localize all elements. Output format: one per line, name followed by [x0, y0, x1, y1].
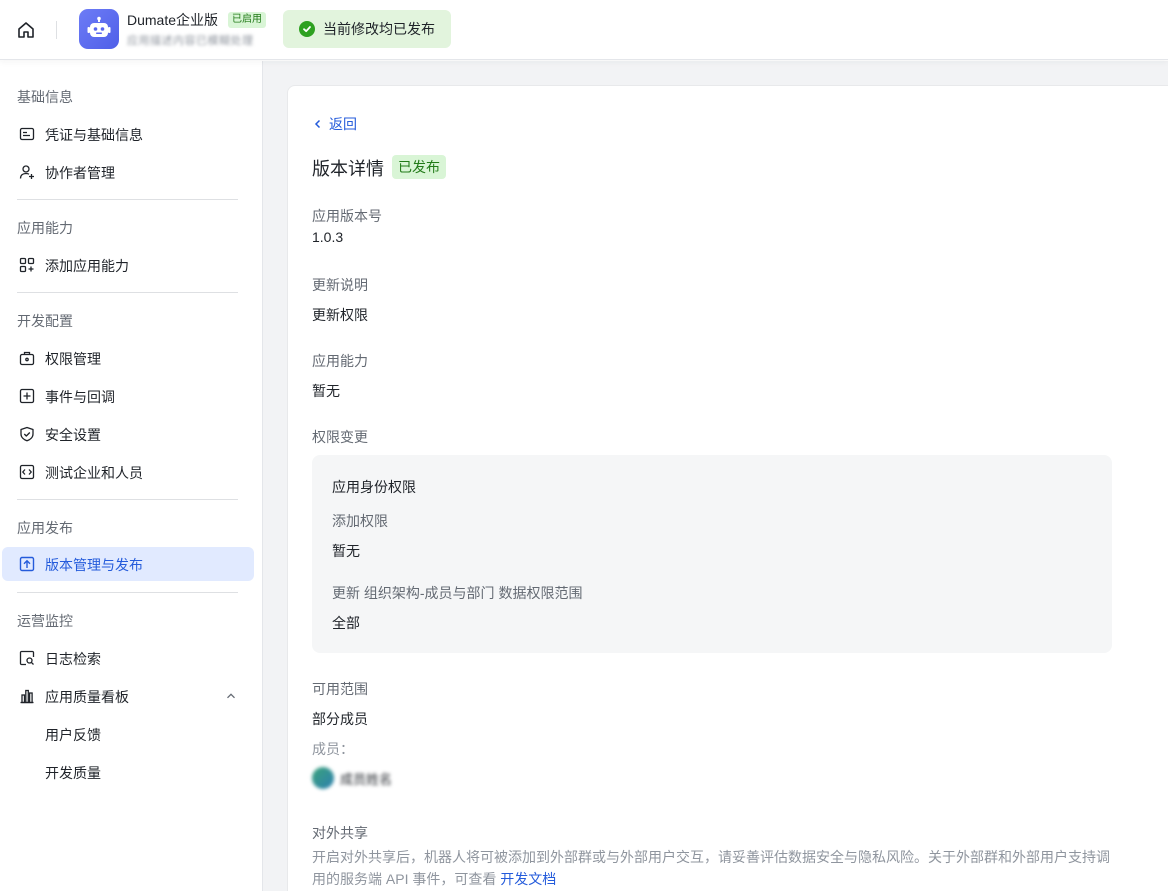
credential-card-icon: [19, 127, 35, 141]
sidebar-group-release: 应用发布: [17, 520, 73, 536]
perm-add-value: 暂无: [332, 543, 360, 559]
sidebar-item-label: 协作者管理: [45, 165, 115, 181]
share-desc-text: 开启对外共享后，机器人将可被添加到外部群或与外部用户交互，请妥善评估数据安全与隐…: [312, 849, 1110, 887]
back-link[interactable]: 返回: [312, 114, 357, 134]
perm-add-label: 添加权限: [332, 513, 388, 529]
members-label: 成员：: [312, 741, 354, 757]
app-name: Dumate企业版: [127, 12, 219, 28]
sidebar-divider: [17, 592, 238, 593]
share-description: 开启对外共享后，机器人将可被添加到外部群或与外部用户交互，请妥善评估数据安全与隐…: [312, 846, 1112, 890]
check-circle-icon: [299, 21, 315, 37]
scope-value: 部分成员: [312, 711, 368, 727]
member-chip[interactable]: 成员姓名: [312, 765, 392, 791]
sidebar-item-label: 安全设置: [45, 427, 101, 443]
top-header: Dumate企业版 已启用 应用描述内容已模糊处理 当前修改均已发布: [0, 0, 1168, 60]
sidebar-item-version-release[interactable]: 版本管理与发布: [2, 547, 254, 581]
sidebar-item-user-feedback[interactable]: 用户反馈: [2, 717, 254, 751]
user-add-icon: [19, 165, 34, 179]
published-toast: 当前修改均已发布: [283, 10, 451, 48]
chevron-up-icon[interactable]: [224, 689, 238, 703]
sidebar-item-label: 权限管理: [45, 351, 101, 367]
permission-change-label: 权限变更: [312, 429, 368, 445]
sidebar-item-label: 版本管理与发布: [45, 557, 143, 573]
event-callback-icon: [19, 388, 35, 404]
sidebar-divider: [17, 292, 238, 293]
capability-value: 暂无: [312, 383, 340, 399]
perm-update-value: 全部: [332, 615, 360, 631]
sidebar-item-label: 添加应用能力: [45, 258, 129, 274]
sidebar-group-monitoring: 运营监控: [17, 613, 73, 629]
sidebar-item-label: 应用质量看板: [45, 689, 129, 705]
app-logo-robot-icon: [79, 9, 119, 49]
sidebar-item-security[interactable]: 安全设置: [2, 417, 254, 451]
shield-check-icon: [20, 426, 34, 442]
perm-update-label: 更新 组织架构-成员与部门 数据权限范围: [332, 585, 583, 601]
home-icon[interactable]: [14, 18, 38, 42]
sidebar-group-capability: 应用能力: [17, 220, 73, 236]
sidebar-item-label: 测试企业和人员: [45, 465, 143, 481]
sidebar-item-test-tenant[interactable]: 测试企业和人员: [2, 455, 254, 489]
grid-add-icon: [19, 257, 35, 273]
back-label: 返回: [329, 116, 357, 132]
sidebar-item-label: 事件与回调: [45, 389, 115, 405]
sidebar-item-collaborators[interactable]: 协作者管理: [2, 155, 254, 189]
version-label: 应用版本号: [312, 208, 382, 224]
sidebar-item-quality-board[interactable]: 应用质量看板: [2, 679, 254, 713]
permission-change-box: [312, 455, 1112, 653]
sidebar-item-label: 凭证与基础信息: [45, 127, 143, 143]
app-subtitle-blurred: 应用描述内容已模糊处理: [127, 35, 254, 47]
share-label: 对外共享: [312, 825, 368, 841]
avatar: [312, 767, 334, 789]
page-title: 版本详情: [312, 159, 384, 179]
sidebar-item-add-capability[interactable]: 添加应用能力: [2, 248, 254, 282]
sidebar-divider: [17, 199, 238, 200]
version-value: 1.0.3: [312, 229, 344, 245]
dev-docs-link[interactable]: 开发文档: [500, 871, 556, 887]
member-name: 成员姓名: [340, 771, 393, 787]
header-divider: [56, 21, 57, 39]
toast-text: 当前修改均已发布: [323, 21, 435, 37]
sidebar-item-label: 开发质量: [45, 765, 101, 781]
code-box-icon: [19, 464, 35, 480]
sidebar-item-log-search[interactable]: 日志检索: [2, 641, 254, 675]
capability-label: 应用能力: [312, 353, 368, 369]
sidebar-item-events[interactable]: 事件与回调: [2, 379, 254, 413]
sidebar-item-permissions[interactable]: 权限管理: [2, 341, 254, 375]
app-status-badge: 已启用: [228, 12, 266, 28]
sidebar-divider: [17, 499, 238, 500]
bar-chart-icon: [20, 689, 34, 704]
sidebar-group-basic: 基础信息: [17, 89, 73, 105]
status-badge: 已发布: [392, 155, 446, 179]
upload-box-icon: [19, 556, 35, 572]
sidebar-item-label: 用户反馈: [45, 727, 101, 743]
log-search-icon: [19, 650, 35, 666]
perm-box-title: 应用身份权限: [332, 479, 416, 495]
chevron-left-icon: [314, 119, 321, 129]
notes-label: 更新说明: [312, 277, 368, 293]
sidebar-item-credentials[interactable]: 凭证与基础信息: [2, 117, 254, 151]
sidebar-group-dev-config: 开发配置: [17, 313, 73, 329]
scope-label: 可用范围: [312, 681, 368, 697]
notes-value: 更新权限: [312, 307, 368, 323]
sidebar-item-label: 日志检索: [45, 651, 101, 667]
briefcase-lock-icon: [19, 351, 35, 366]
sidebar-item-dev-quality[interactable]: 开发质量: [2, 755, 254, 789]
